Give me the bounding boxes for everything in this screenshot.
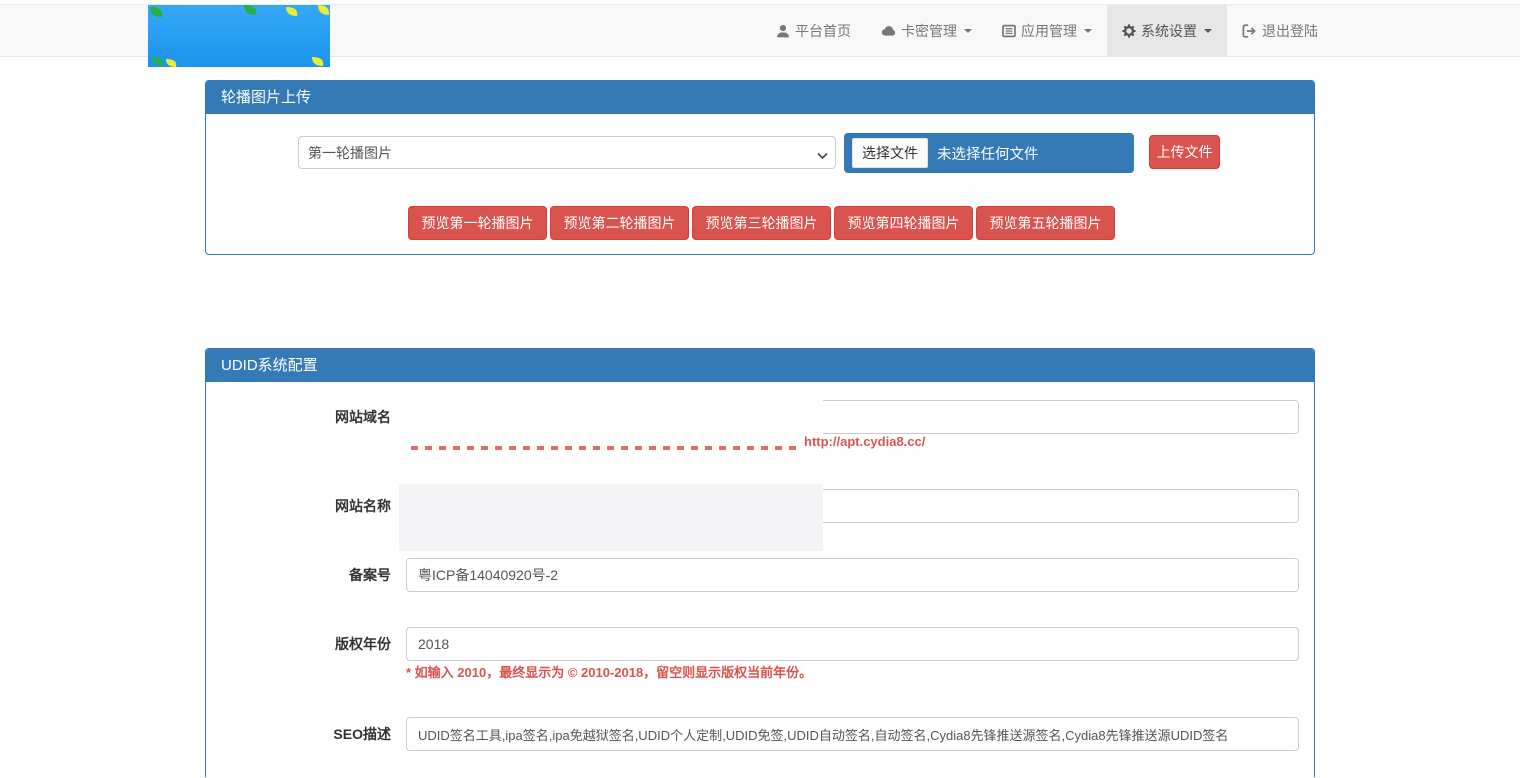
- copyright-year-hint: * 如输入 2010，最终显示为 © 2010-2018，留空则显示版权当前年份…: [406, 662, 812, 681]
- nav-item-label: 退出登陆: [1262, 21, 1318, 41]
- panel-title: UDID系统配置: [206, 349, 1314, 382]
- chevron-down-icon: [1204, 29, 1212, 33]
- cloud-icon: [881, 24, 896, 38]
- logout-icon: [1242, 24, 1257, 38]
- gear-icon: [1122, 24, 1136, 38]
- nav-item-label: 卡密管理: [901, 21, 957, 41]
- udid-config-panel: UDID系统配置 网站域名 http://apt.cydia8.cc/ 网站名称…: [205, 348, 1315, 777]
- upload-file-button[interactable]: 上传文件: [1149, 135, 1220, 169]
- choose-file-button[interactable]: 选择文件: [852, 138, 928, 168]
- preview-slide-3-button[interactable]: 预览第三轮播图片: [692, 206, 831, 240]
- file-input[interactable]: 选择文件 未选择任何文件: [844, 133, 1134, 173]
- icp-number-label: 备案号: [226, 565, 391, 585]
- carousel-upload-panel: 轮播图片上传 第一轮播图片 选择文件 未选择任何文件 上传文件 预览第一轮播图片…: [205, 80, 1315, 255]
- nav-item-logout[interactable]: 退出登陆: [1227, 5, 1333, 57]
- site-domain-hint-tail: http://apt.cydia8.cc/: [804, 434, 925, 449]
- carousel-panel-body: 第一轮播图片 选择文件 未选择任何文件 上传文件 预览第一轮播图片 预览第二轮播…: [206, 114, 1314, 255]
- chevron-down-icon: [1084, 29, 1092, 33]
- site-name-label: 网站名称: [226, 496, 391, 516]
- nav-item-home[interactable]: 平台首页: [761, 5, 866, 57]
- censor-overlay: [399, 484, 823, 551]
- site-logo[interactable]: [148, 5, 330, 67]
- copyright-year-input[interactable]: [406, 627, 1299, 661]
- nav-item-card-management[interactable]: 卡密管理: [866, 5, 987, 57]
- nav-item-app-management[interactable]: 应用管理: [987, 5, 1107, 57]
- udid-panel-body: 网站域名 http://apt.cydia8.cc/ 网站名称 备案号 版权年份…: [206, 382, 1314, 778]
- icp-number-input[interactable]: [406, 558, 1299, 592]
- nav-menu: 平台首页 卡密管理 应用管理 系统设置: [761, 5, 1333, 57]
- nav-item-label: 系统设置: [1141, 21, 1197, 41]
- preview-slide-5-button[interactable]: 预览第五轮播图片: [976, 206, 1115, 240]
- panel-title: 轮播图片上传: [206, 81, 1314, 114]
- carousel-slot-select[interactable]: 第一轮播图片: [298, 136, 836, 169]
- copyright-year-label: 版权年份: [226, 634, 391, 654]
- preview-slide-2-button[interactable]: 预览第二轮播图片: [550, 206, 689, 240]
- seo-description-label: SEO描述: [226, 724, 391, 744]
- nav-item-label: 应用管理: [1021, 21, 1077, 41]
- seo-description-input[interactable]: [406, 717, 1299, 751]
- preview-slide-4-button[interactable]: 预览第四轮播图片: [834, 206, 973, 240]
- preview-slide-1-button[interactable]: 预览第一轮播图片: [408, 206, 547, 240]
- carousel-slot-select-wrap: 第一轮播图片: [298, 136, 836, 169]
- nav-item-system-settings[interactable]: 系统设置: [1107, 5, 1227, 57]
- preview-buttons-row: 预览第一轮播图片 预览第二轮播图片 预览第三轮播图片 预览第四轮播图片 预览第五…: [408, 206, 1118, 240]
- obscured-hint-fragments: [411, 446, 799, 450]
- user-icon: [776, 24, 790, 38]
- nav-item-label: 平台首页: [795, 21, 851, 41]
- site-domain-label: 网站域名: [226, 407, 391, 427]
- file-status-text: 未选择任何文件: [937, 143, 1039, 164]
- chevron-down-icon: [964, 29, 972, 33]
- censor-overlay: [399, 393, 823, 435]
- list-alt-icon: [1002, 24, 1016, 38]
